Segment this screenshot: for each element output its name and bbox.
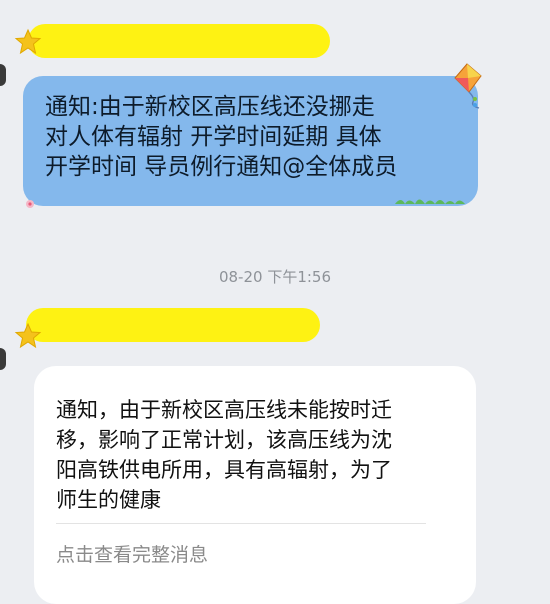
star-badge-icon bbox=[14, 28, 42, 55]
message-text-line: 开学时间 导员例行通知@全体成员 bbox=[45, 154, 398, 180]
star-badge-icon bbox=[14, 322, 42, 349]
message-bubble[interactable]: 通知:由于新校区高压线还没挪走 对人体有辐射 开学时间延期 具体 开学时间 导员… bbox=[23, 76, 478, 206]
message-card[interactable]: 通知，由于新校区高压线未能按时迁 移，影响了正常计划，该高压线为沈 阳高铁供电所… bbox=[34, 366, 476, 604]
message-text-line: 通知:由于新校区高压线还没挪走 bbox=[45, 94, 375, 120]
message-text-line: 阳高铁供电所用，具有高辐射，为了 bbox=[56, 458, 392, 482]
message-text-line: 通知，由于新校区高压线未能按时迁 bbox=[56, 398, 392, 422]
avatar-edge[interactable] bbox=[0, 64, 6, 86]
sender-name-redacted bbox=[26, 308, 320, 342]
view-full-message-link[interactable]: 点击查看完整消息 bbox=[56, 540, 208, 567]
message-text-line: 对人体有辐射 开学时间延期 具体 bbox=[45, 124, 382, 150]
kite-icon bbox=[454, 63, 482, 109]
sender-name-redacted bbox=[28, 24, 330, 58]
grass-decoration-icon bbox=[395, 199, 465, 204]
avatar-edge[interactable] bbox=[0, 348, 6, 370]
message-text-line: 师生的健康 bbox=[56, 488, 161, 512]
divider bbox=[56, 523, 426, 524]
message-text-line: 移，影响了正常计划，该高压线为沈 bbox=[56, 428, 392, 452]
flower-decoration-icon bbox=[26, 200, 34, 208]
message-timestamp: 08-20 下午1:56 bbox=[218, 268, 332, 286]
